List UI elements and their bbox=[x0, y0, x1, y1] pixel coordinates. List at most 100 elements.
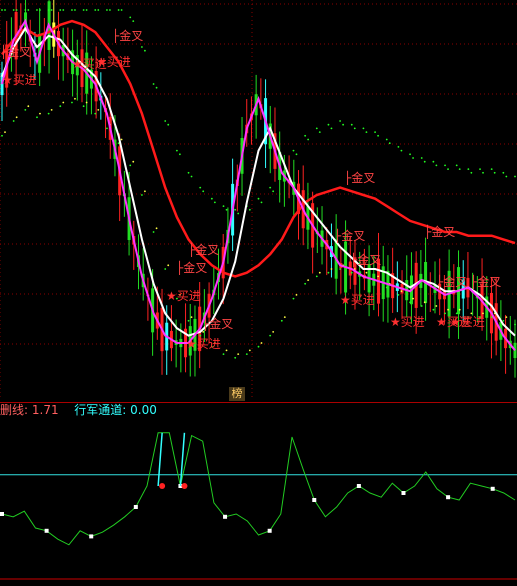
band-upper-dot bbox=[502, 171, 505, 174]
rank-badge[interactable]: 榜 bbox=[229, 387, 245, 401]
band-upper-dot bbox=[213, 201, 216, 204]
band-upper-dot bbox=[400, 149, 403, 152]
band-upper-dot bbox=[190, 175, 193, 178]
band-lower-dot bbox=[129, 164, 132, 167]
band-lower-dot bbox=[202, 331, 205, 333]
band-lower-dot bbox=[505, 316, 508, 318]
band-lower-dot bbox=[307, 279, 310, 281]
oscillator-marker bbox=[89, 534, 94, 539]
oscillator-marker bbox=[0, 512, 4, 516]
band-upper-dot bbox=[412, 157, 414, 159]
band-lower-dot bbox=[423, 301, 426, 304]
gold-cross-signal: ├金叉 bbox=[112, 29, 144, 43]
oscillator-marker bbox=[312, 498, 317, 502]
band-upper-dot bbox=[222, 205, 225, 208]
band-lower-dot bbox=[272, 331, 275, 333]
band-upper-dot bbox=[225, 208, 228, 211]
band-lower-dot bbox=[234, 356, 237, 359]
band-upper-dot bbox=[315, 127, 318, 130]
oscillator-marker bbox=[44, 528, 49, 533]
red-spike-marker bbox=[181, 483, 188, 489]
band-lower-dot bbox=[412, 297, 414, 300]
band-upper-dot bbox=[444, 164, 446, 167]
line-value: 1.71 bbox=[31, 403, 59, 417]
cyan-spike bbox=[157, 432, 163, 487]
band-lower-dot bbox=[432, 308, 435, 311]
band-upper-dot bbox=[152, 83, 155, 85]
band-upper-dot bbox=[350, 123, 353, 126]
oscillator-marker bbox=[356, 484, 361, 488]
band-upper-dot bbox=[109, 9, 111, 11]
band-lower-dot bbox=[187, 319, 190, 322]
band-lower-dot bbox=[330, 268, 333, 270]
band-lower-dot bbox=[222, 353, 225, 355]
band-lower-dot bbox=[59, 105, 62, 108]
band-lower-dot bbox=[27, 105, 30, 108]
red-spike-marker bbox=[159, 483, 166, 489]
band-lower-dot bbox=[225, 349, 228, 352]
band-lower-dot bbox=[400, 290, 403, 293]
band-upper-dot bbox=[175, 149, 178, 152]
band-lower-dot bbox=[304, 282, 307, 285]
band-lower-dot bbox=[62, 101, 65, 104]
band-lower-dot bbox=[280, 319, 283, 322]
band-upper-dot bbox=[4, 9, 6, 11]
gold-cross-signal: ├金叉 bbox=[176, 261, 208, 275]
band-lower-dot bbox=[420, 305, 423, 307]
band-upper-dot bbox=[304, 134, 307, 137]
oscillator-marker bbox=[267, 528, 272, 533]
band-lower-dot bbox=[502, 319, 505, 322]
band-upper-dot bbox=[85, 9, 88, 11]
band-upper-dot bbox=[120, 9, 123, 11]
band-upper-dot bbox=[307, 138, 310, 141]
band-lower-dot bbox=[12, 120, 15, 122]
band-upper-dot bbox=[327, 123, 330, 126]
channel-label: 行军通道 bbox=[74, 403, 123, 417]
band-lower-dot bbox=[141, 194, 143, 196]
band-lower-dot bbox=[94, 112, 97, 115]
band-lower-dot bbox=[85, 101, 88, 104]
band-lower-dot bbox=[385, 286, 388, 289]
oscillator-marker bbox=[446, 495, 451, 500]
band-upper-dot bbox=[467, 168, 470, 171]
band-upper-dot bbox=[82, 9, 85, 11]
band-lower-dot bbox=[295, 294, 298, 296]
band-upper-dot bbox=[167, 123, 170, 126]
band-upper-dot bbox=[144, 49, 146, 52]
band-upper-dot bbox=[374, 131, 376, 134]
band-upper-dot bbox=[164, 120, 167, 122]
band-upper-dot bbox=[27, 9, 30, 11]
band-lower-dot bbox=[315, 275, 318, 278]
band-upper-dot bbox=[71, 9, 73, 11]
band-lower-dot bbox=[435, 305, 438, 307]
band-lower-dot bbox=[1, 134, 3, 137]
oscillator-legend: 删线: 1.71 行军通道: 0.00 bbox=[0, 403, 157, 417]
band-upper-dot bbox=[388, 142, 391, 145]
band-upper-dot bbox=[24, 9, 27, 11]
band-lower-dot bbox=[82, 105, 85, 108]
buy-signal: ★买进 bbox=[186, 337, 221, 351]
band-upper-dot bbox=[106, 9, 108, 11]
gold-cross-signal: ├金叉 bbox=[0, 45, 32, 59]
band-upper-dot bbox=[458, 168, 461, 171]
band-upper-dot bbox=[237, 212, 240, 215]
band-upper-dot bbox=[420, 157, 423, 159]
band-upper-dot bbox=[234, 208, 237, 211]
band-upper-dot bbox=[1, 9, 3, 11]
buy-signal: ★买进 bbox=[166, 289, 201, 303]
buy-signal: ★买进 bbox=[390, 315, 425, 329]
band-lower-dot bbox=[377, 275, 379, 278]
band-lower-dot bbox=[447, 308, 449, 311]
band-lower-dot bbox=[47, 112, 50, 115]
band-lower-dot bbox=[269, 334, 272, 337]
band-lower-dot bbox=[245, 353, 248, 355]
band-lower-dot bbox=[39, 112, 41, 115]
oscillator-marker bbox=[490, 486, 495, 491]
stock-chart[interactable]: ├金叉 ├金叉 ├金叉 ├金叉 ├金叉 ├金叉 ├金叉 ├金叉 ├金叉 ├金叉 ├金叉 ★买进 ★买进 ★… bbox=[0, 0, 517, 586]
gold-cross-signal: ├金叉 bbox=[334, 229, 366, 243]
band-upper-dot bbox=[202, 190, 205, 193]
band-upper-dot bbox=[129, 16, 132, 19]
band-upper-dot bbox=[339, 120, 342, 122]
band-lower-dot bbox=[257, 345, 260, 348]
oscillator-panel[interactable] bbox=[0, 410, 517, 580]
